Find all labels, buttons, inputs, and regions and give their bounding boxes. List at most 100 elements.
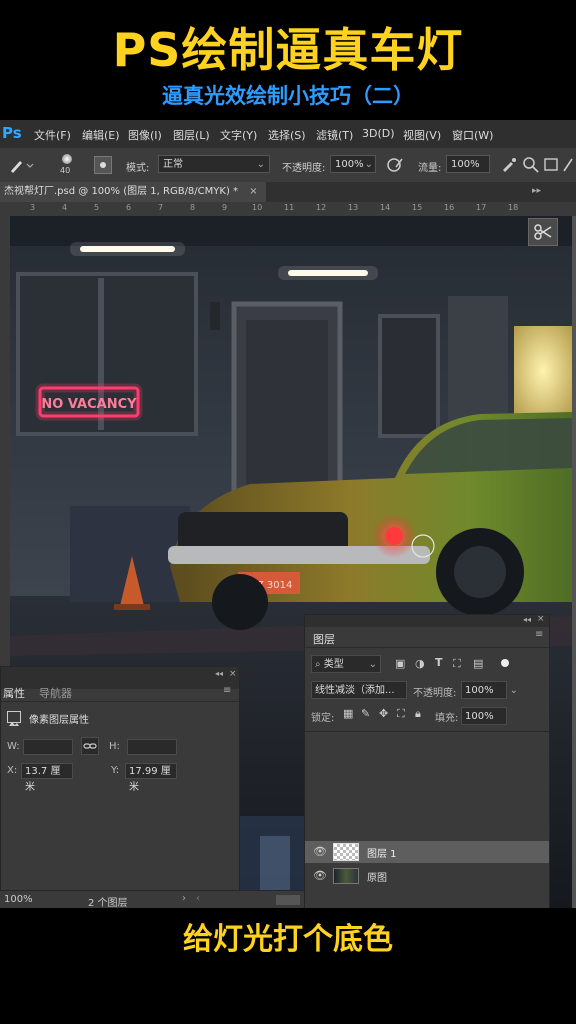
smoothing-search-icon[interactable]: [522, 156, 540, 174]
chevron-left-icon[interactable]: ‹: [196, 893, 200, 904]
lock-position-icon[interactable]: ✥: [379, 707, 388, 720]
brush-tool-icon[interactable]: [8, 156, 34, 174]
tab-layers[interactable]: 图层: [313, 631, 335, 647]
menu-file[interactable]: 文件(F): [34, 127, 71, 143]
menu-filter[interactable]: 滤镜(T): [316, 127, 353, 143]
status-bar: 100% 2 个图层 › ‹: [0, 890, 304, 908]
pixel-layer-properties-label: 像素图层属性: [29, 715, 89, 726]
video-title: PS绘制逼真车灯: [112, 23, 464, 77]
close-icon[interactable]: ×: [537, 614, 545, 624]
visibility-eye-icon[interactable]: 👁︎: [313, 869, 327, 882]
ruler-tick-label: 4: [62, 203, 68, 212]
lock-artboard-icon[interactable]: ⛶: [397, 707, 405, 721]
menu-type[interactable]: 文字(Y): [220, 127, 257, 143]
ruler-top: 3 4 5 6 7 8 9 10 11 12 13 14 15 16 17 18: [0, 202, 576, 216]
document-tab-bar: 杰视帮灯厂.psd @ 100% (图层 1, RGB/8/CMYK) * × …: [0, 182, 576, 202]
layer-name: 图层 1: [367, 849, 397, 860]
height-label: H:: [109, 741, 120, 752]
brush-panel-toggle-icon[interactable]: [94, 156, 112, 174]
menu-image[interactable]: 图像(I): [128, 127, 162, 143]
collapse-panel-icon[interactable]: ◂◂: [523, 615, 531, 624]
menu-3d[interactable]: 3D(D): [362, 127, 395, 140]
panel-menu-icon[interactable]: ≡: [223, 685, 231, 696]
workspace-window-icon[interactable]: [544, 156, 558, 174]
neon-sign-text: NO VACANCY: [41, 397, 137, 412]
layer-blend-mode-value: 线性减淡（添加...: [315, 685, 395, 696]
menu-bar: Ps 文件(F) 编辑(E) 图像(I) 图层(L) 文字(Y) 选择(S) 滤…: [0, 120, 576, 148]
ruler-tick-label: 12: [316, 203, 327, 212]
ruler-tick-label: 7: [158, 203, 164, 212]
ruler-tick-label: 17: [476, 203, 487, 212]
filter-adjustment-icon[interactable]: ◑: [415, 657, 425, 670]
opacity-value: 100%: [335, 159, 364, 170]
properties-panel-header: ◂◂ ×: [1, 667, 239, 689]
pixel-layer-icon: [7, 711, 21, 726]
height-input[interactable]: [127, 739, 177, 755]
visibility-eye-icon[interactable]: 👁︎: [313, 845, 327, 858]
properties-panel: ◂◂ × 属性 导航器 ≡ 像素图层属性 W: H: X: 13.7 厘米 Y:…: [0, 666, 240, 892]
collapse-panel-icon[interactable]: ◂◂: [215, 669, 223, 678]
ruler-tick-label: 18: [508, 203, 519, 212]
layer-opacity-label: 不透明度:: [413, 688, 457, 699]
lock-all-icon[interactable]: 🔒︎: [415, 707, 421, 721]
menu-edit[interactable]: 编辑(E): [82, 127, 120, 143]
menu-window[interactable]: 窗口(W): [452, 127, 493, 143]
tablet-pressure-icon[interactable]: [562, 156, 576, 174]
layer-row[interactable]: 👁︎ 原图: [305, 865, 549, 887]
lock-transparent-pixels-icon[interactable]: ▦: [343, 707, 353, 720]
y-label: Y:: [111, 765, 120, 776]
blend-mode-select[interactable]: 正常 ⌄: [158, 155, 270, 173]
width-label: W:: [7, 741, 20, 752]
fill-input[interactable]: 100%: [461, 707, 507, 725]
layer-filter-kind-select[interactable]: ⌕ 类型 ⌄: [311, 655, 381, 673]
horizontal-scrollbar[interactable]: [276, 895, 300, 905]
search-icon: ⌕: [315, 659, 321, 670]
collapse-panels-icon[interactable]: ▸▸: [532, 186, 541, 196]
layers-panel: ◂◂ × 图层 ≡ ⌕ 类型 ⌄ ▣ ◑ T ⛶ ▤ 线性减淡（添加... 不透…: [304, 614, 550, 908]
filter-shape-icon[interactable]: ⛶: [453, 657, 461, 671]
ruler-tick-label: 8: [190, 203, 196, 212]
lock-image-pixels-icon[interactable]: ✎: [361, 707, 370, 720]
lock-label: 锁定:: [311, 713, 335, 724]
video-caption: 给灯光打个底色: [183, 922, 393, 957]
menu-view[interactable]: 视图(V): [403, 127, 441, 143]
pressure-opacity-icon[interactable]: [386, 156, 404, 174]
filter-toggle-icon[interactable]: [501, 659, 509, 667]
ruler-tick-label: 16: [444, 203, 455, 212]
opacity-input[interactable]: 100% ⌄: [330, 155, 376, 173]
menu-select[interactable]: 选择(S): [268, 127, 306, 143]
fill-label: 填充:: [435, 713, 459, 724]
scissors-tool-icon[interactable]: [528, 218, 558, 246]
blend-mode-value: 正常: [163, 159, 183, 170]
menu-layer[interactable]: 图层(L): [173, 127, 210, 143]
tab-properties[interactable]: 属性: [3, 685, 25, 701]
panel-menu-icon[interactable]: ≡: [535, 629, 543, 640]
options-bar: 40 模式: 正常 ⌄ 不透明度: 100% ⌄ 流量: 100%: [0, 148, 576, 182]
close-icon[interactable]: ×: [249, 186, 257, 197]
tab-navigator[interactable]: 导航器: [39, 685, 72, 701]
filter-smart-object-icon[interactable]: ▤: [473, 657, 483, 670]
layer-row-selected[interactable]: 👁︎ 图层 1: [305, 841, 549, 863]
layer-opacity-value: 100%: [465, 685, 494, 696]
chevron-down-icon: ⌄: [368, 659, 377, 670]
layer-blend-mode-select[interactable]: 线性减淡（添加...: [311, 681, 407, 699]
flow-label: 流量:: [418, 163, 442, 174]
brush-preset-picker[interactable]: 40: [54, 152, 82, 178]
zoom-level[interactable]: 100%: [4, 894, 33, 905]
layer-opacity-input[interactable]: 100% ⌄: [461, 681, 518, 699]
filter-type-icon[interactable]: T: [435, 656, 443, 669]
document-tab[interactable]: 杰视帮灯厂.psd @ 100% (图层 1, RGB/8/CMYK) * ×: [0, 182, 266, 202]
y-input[interactable]: 17.99 厘米: [125, 763, 177, 793]
flow-input[interactable]: 100%: [446, 155, 490, 173]
x-label: X:: [7, 765, 18, 776]
ruler-tick-label: 15: [412, 203, 423, 212]
width-input[interactable]: [23, 739, 73, 755]
airbrush-icon[interactable]: [500, 156, 518, 174]
x-input[interactable]: 13.7 厘米: [21, 763, 73, 793]
filter-pixel-icon[interactable]: ▣: [395, 657, 405, 670]
link-dimensions-icon[interactable]: [81, 737, 99, 755]
ruler-tick-label: 14: [380, 203, 391, 212]
chevron-right-icon[interactable]: ›: [182, 893, 186, 904]
close-icon[interactable]: ×: [229, 669, 237, 679]
ruler-tick-label: 9: [222, 203, 228, 212]
